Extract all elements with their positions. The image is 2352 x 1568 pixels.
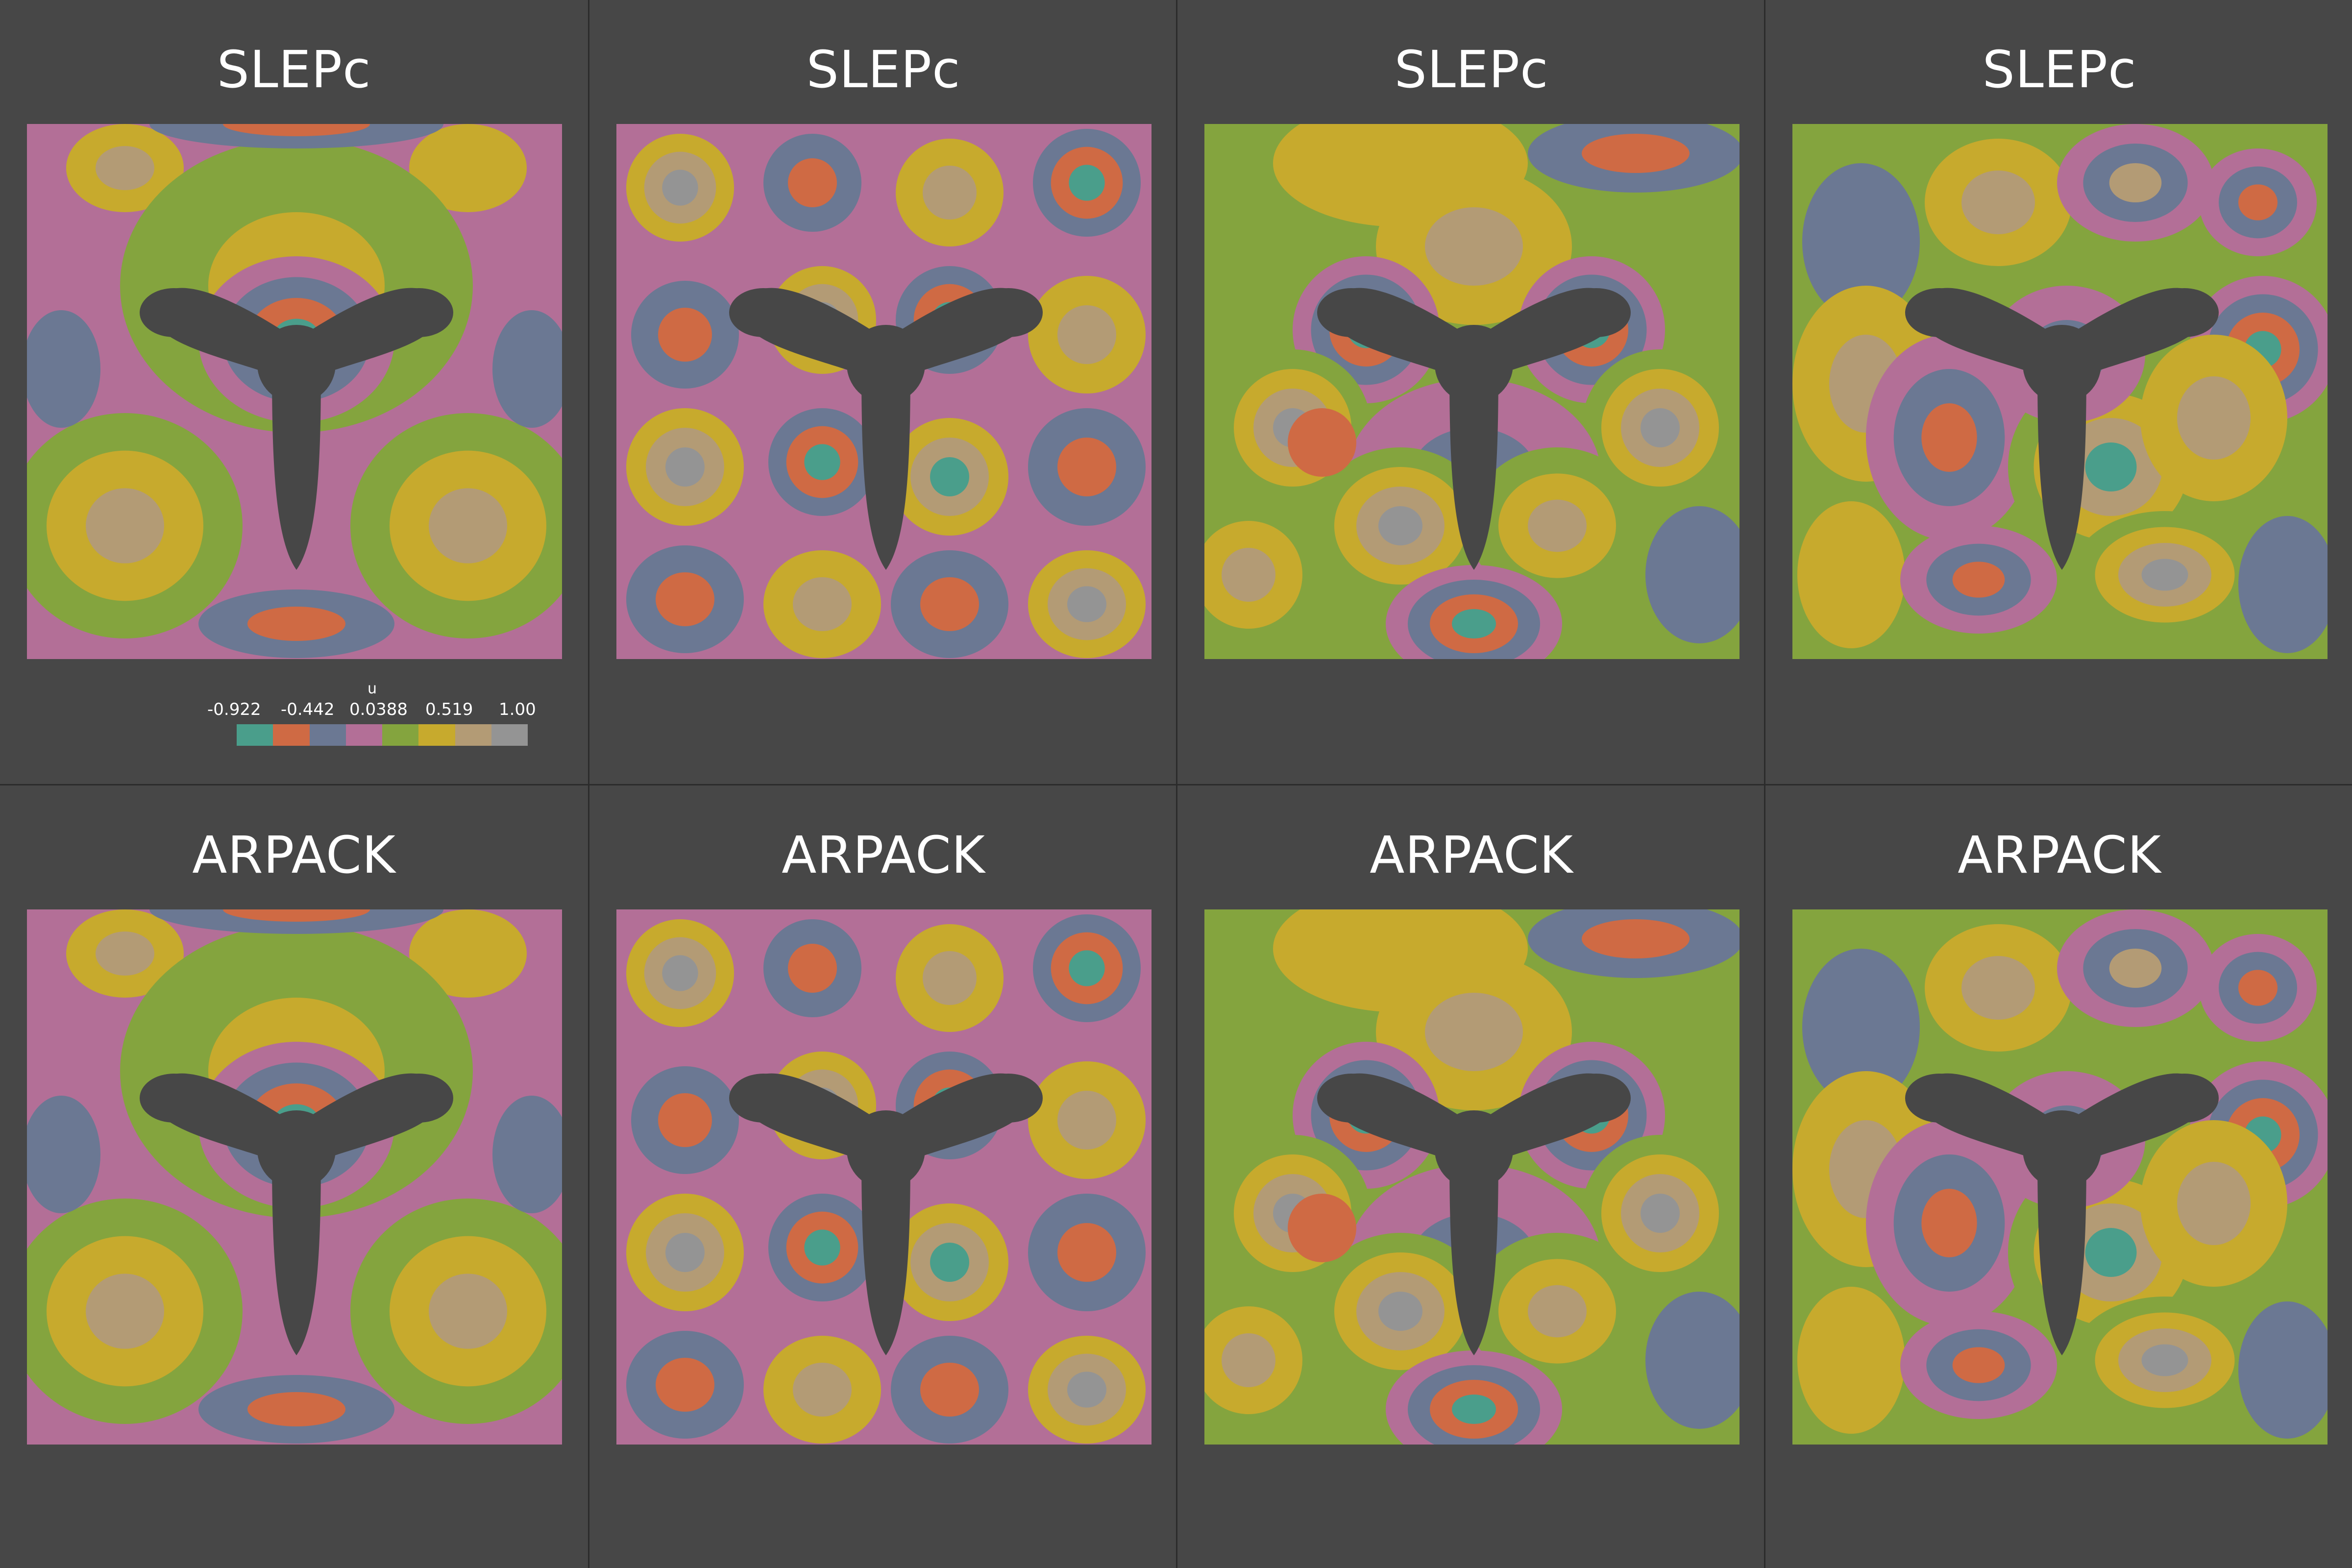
colorbar-swatch: [273, 724, 310, 746]
contour-blob: [626, 134, 734, 242]
panel-arpack-1: ARPACK: [0, 784, 588, 1568]
panel-title: SLEPc: [1394, 40, 1549, 99]
colorbar-swatches: [237, 724, 528, 746]
contour-blob: [631, 1066, 739, 1174]
colorbar-title: u: [368, 680, 377, 697]
contour-blob: [896, 924, 1004, 1032]
colorbar-swatch: [237, 724, 273, 746]
panel-title: ARPACK: [782, 825, 985, 885]
contour-blob: [1925, 139, 2072, 266]
colorbar-tick-label: 0.519: [425, 700, 473, 719]
contour-blob: [1925, 924, 2072, 1052]
contour-blob: [626, 919, 734, 1027]
contour-blob: [1028, 276, 1146, 393]
contour-blob: [2057, 909, 2214, 1027]
panel-title: SLEPc: [217, 40, 371, 99]
contour-blob: [2140, 335, 2287, 501]
panel-title: SLEPc: [1982, 40, 2137, 99]
panel-title: ARPACK: [1370, 825, 1573, 885]
contour-blob: [631, 281, 739, 389]
panel-title: SLEPc: [806, 40, 961, 99]
contour-blob: [2072, 1297, 2258, 1424]
colorbar-swatch: [345, 724, 382, 746]
contour-blob: [626, 1331, 744, 1439]
panel-slepc-1: SLEPc u -0.922 -0.442 0.0388 0.519 1.00: [0, 0, 588, 784]
contour-blob: [768, 1194, 876, 1301]
contour-blob: [1028, 1194, 1146, 1311]
contour-blob: [896, 139, 1004, 246]
contour-blob: [891, 1336, 1008, 1444]
colorbar-tick-label: 0.0388: [349, 700, 408, 719]
contour-blob: [2140, 1120, 2287, 1287]
panel-title: ARPACK: [1958, 825, 2161, 885]
contour-blob: [198, 589, 394, 658]
colorbar-swatch: [309, 724, 346, 746]
panel-slepc-2: SLEPc: [588, 0, 1176, 784]
contour-blob: [626, 408, 744, 526]
contour-blob: [626, 545, 744, 653]
eigenmode-field: [27, 124, 562, 659]
panel-slepc-3: SLEPc: [1176, 0, 1764, 784]
contour-blob: [1028, 1061, 1146, 1179]
colorbar-swatch: [455, 724, 491, 746]
eigenmode-field: [1792, 909, 2328, 1445]
contour-blob: [1900, 526, 2057, 634]
colorbar-tick-label: -0.922: [207, 700, 261, 719]
contour-blob: [2199, 148, 2317, 256]
panel-arpack-3: ARPACK: [1176, 784, 1764, 1568]
contour-blob: [2057, 124, 2214, 242]
eigenmode-field: [1792, 124, 2328, 659]
contour-blob: [1900, 1311, 2057, 1419]
colorbar-swatch: [491, 724, 528, 746]
contour-blob: [763, 919, 861, 1017]
contour-blob: [1797, 1287, 1905, 1434]
contour-blob: [2072, 511, 2258, 638]
contour-blob: [198, 1375, 394, 1444]
contour-blob: [1797, 501, 1905, 648]
colorbar-swatch: [382, 724, 419, 746]
contour-blob: [2199, 934, 2317, 1042]
panel-arpack-4: ARPACK: [1764, 784, 2352, 1568]
contour-blob: [763, 1336, 881, 1444]
colorbar-tick-label: -0.442: [281, 700, 335, 719]
contour-blob: [1033, 129, 1141, 237]
contour-blob: [1028, 550, 1146, 658]
contour-blob: [1288, 1194, 1356, 1262]
contour-blob: [768, 408, 876, 516]
eigenmode-field: [27, 909, 562, 1445]
panel-slepc-4: SLEPc: [1764, 0, 2352, 784]
eigenmode-field: [616, 909, 1152, 1445]
contour-blob: [763, 550, 881, 658]
contour-blob: [626, 1194, 744, 1311]
panel-arpack-2: ARPACK: [588, 784, 1176, 1568]
contour-blob: [1028, 1336, 1146, 1444]
colorbar-swatch: [418, 724, 455, 746]
contour-blob: [1033, 914, 1141, 1022]
colorbar-tick-label: 1.00: [499, 700, 536, 719]
panel-title: ARPACK: [192, 825, 396, 885]
contour-blob: [1288, 408, 1356, 477]
colorbar-legend: u -0.922 -0.442 0.0388 0.519 1.00: [207, 680, 536, 749]
contour-blob: [1028, 408, 1146, 526]
figure-grid: SLEPc u -0.922 -0.442 0.0388 0.519 1.00 SLEPc SL…: [0, 0, 2352, 1568]
eigenmode-field: [1204, 909, 1740, 1445]
contour-blob: [891, 550, 1008, 658]
eigenmode-field: [616, 124, 1152, 659]
eigenmode-field: [1204, 124, 1740, 659]
contour-blob: [763, 134, 861, 232]
